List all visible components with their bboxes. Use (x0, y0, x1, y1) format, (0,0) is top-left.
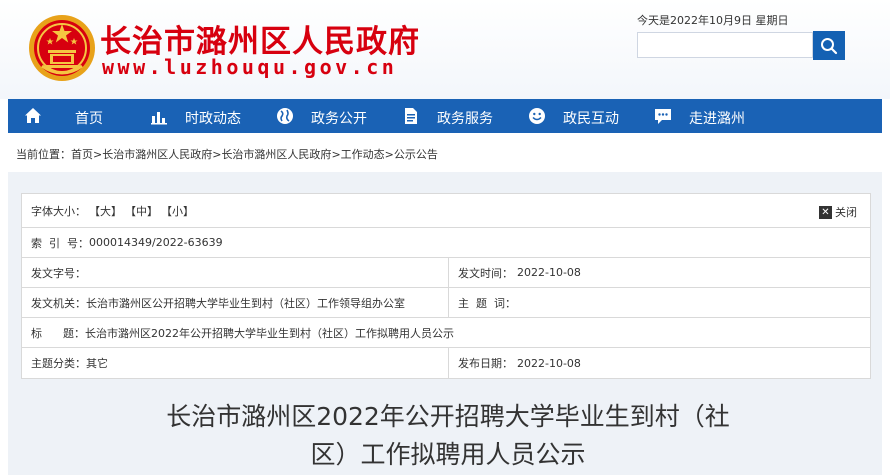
article-title-line-1: 长治市潞州区2022年公开招聘大学毕业生到村（社 (166, 402, 730, 431)
publish-date-label: 发布日期： (458, 357, 513, 370)
breadcrumb-item-gov[interactable]: 长治市潞州区人民政府 (102, 148, 212, 161)
content-area: 字体大小： 【大】 【中】 【小】 ✕ 关闭 索 引 号： 000014349/… (8, 172, 882, 475)
meta-row-issuer: 发文机关： 长治市潞州区公开招聘大学毕业生到村（社区）工作领导组办公室 主 题 … (22, 288, 870, 318)
nav-item-gov-services[interactable]: 政务服务 (386, 99, 512, 133)
search-icon (821, 37, 838, 54)
issuer-value: 长治市潞州区公开招聘大学毕业生到村（社区）工作领导组办公室 (86, 296, 405, 310)
nav-item-about-luzhou[interactable]: 走进潞州 (638, 99, 882, 133)
site-header: 长治市潞州区人民政府 www.luzhouqu.gov.cn 今天是2022年1… (0, 0, 890, 99)
meta-row-title: 标 题： 长治市潞州区2022年公开招聘大学毕业生到村（社区）工作拟聘用人员公示 (22, 318, 870, 348)
breadcrumb-item-gov-2[interactable]: 长治市潞州区人民政府 (221, 148, 331, 161)
nav-item-home[interactable]: 首页 (8, 99, 134, 133)
doc-number-cell: 发文字号： (22, 258, 449, 287)
nav-item-label: 走进潞州 (689, 111, 745, 127)
breadcrumb-separator: > (331, 148, 341, 161)
issuer-cell: 发文机关： 长治市潞州区公开招聘大学毕业生到村（社区）工作领导组办公室 (22, 288, 449, 317)
title-cell: 标 题： 长治市潞州区2022年公开招聘大学毕业生到村（社区）工作拟聘用人员公示 (22, 318, 870, 347)
publish-date-cell: 发布日期： 2022-10-08 (449, 348, 870, 378)
meta-row-doc-number: 发文字号： 发文时间： 2022-10-08 (22, 258, 870, 288)
meta-row-category: 主题分类： 其它 发布日期： 2022-10-08 (22, 348, 870, 378)
font-size-small-button[interactable]: 【小】 (161, 203, 194, 219)
meta-row-index: 索 引 号： 000014349/2022-63639 (22, 228, 870, 258)
breadcrumb-separator: > (384, 148, 394, 161)
breadcrumb-separator: > (93, 148, 103, 161)
search-button[interactable] (813, 31, 845, 60)
breadcrumb-prefix: 当前位置： (16, 148, 71, 161)
category-cell: 主题分类： 其它 (22, 348, 449, 378)
article-title-line-2: 区）工作拟聘用人员公示 (310, 440, 586, 469)
issue-time-label: 发文时间： (458, 266, 513, 280)
document-icon (405, 108, 417, 124)
close-icon: ✕ (819, 205, 832, 219)
subject-label: 主 题 词： (458, 296, 516, 310)
nav-item-gov-affairs-open[interactable]: 政务公开 (260, 99, 386, 133)
category-label: 主题分类： (31, 357, 86, 370)
nav-item-label: 政民互动 (563, 111, 619, 127)
breadcrumb: 当前位置：首页>长治市潞州区人民政府>长治市潞州区人民政府>工作动态>公示公告 (16, 146, 438, 162)
globe-icon (277, 108, 293, 124)
index-value: 000014349/2022-63639 (89, 236, 223, 249)
index-label: 索 引 号： (31, 236, 89, 250)
font-size-medium-button[interactable]: 【中】 (125, 203, 158, 219)
issuer-label: 发文机关： (31, 296, 86, 310)
breadcrumb-item-home[interactable]: 首页 (71, 148, 93, 161)
home-icon (25, 108, 41, 123)
nav-item-label: 时政动态 (185, 111, 241, 127)
search-input[interactable] (637, 32, 813, 58)
bar-chart-icon (151, 112, 167, 125)
nav-item-label: 政务公开 (311, 111, 367, 127)
smiley-icon (529, 108, 545, 124)
font-size-row: 字体大小： 【大】 【中】 【小】 ✕ 关闭 (22, 194, 870, 228)
nav-item-news[interactable]: 时政动态 (134, 99, 260, 133)
main-nav: 首页 时政动态 政务公开 政务服务 政民互动 走进潞州 (8, 99, 882, 133)
font-size-large-button[interactable]: 【大】 (89, 203, 122, 219)
title-label: 标 题： (31, 326, 85, 340)
chat-icon (655, 109, 671, 124)
current-date: 今天是2022年10月9日 星期日 (637, 14, 789, 27)
publish-date-value: 2022-10-08 (517, 356, 581, 370)
index-cell: 索 引 号： 000014349/2022-63639 (22, 228, 870, 257)
close-label: 关闭 (835, 206, 857, 219)
issue-time-value: 2022-10-08 (517, 266, 581, 279)
doc-number-label: 发文字号： (31, 266, 86, 280)
nav-item-label: 首页 (75, 111, 103, 127)
font-size-label: 字体大小： (31, 204, 86, 218)
close-button[interactable]: ✕ 关闭 (819, 204, 857, 220)
national-emblem-icon (29, 15, 95, 81)
document-meta-table: 字体大小： 【大】 【中】 【小】 ✕ 关闭 索 引 号： 000014349/… (21, 193, 871, 379)
nav-item-interaction[interactable]: 政民互动 (512, 99, 638, 133)
site-url: www.luzhouqu.gov.cn (102, 55, 398, 79)
breadcrumb-item-notices[interactable]: 公示公告 (394, 148, 438, 161)
title-value: 长治市潞州区2022年公开招聘大学毕业生到村（社区）工作拟聘用人员公示 (84, 326, 454, 340)
nav-item-label: 政务服务 (437, 111, 493, 127)
font-size-controls: 字体大小： 【大】 【中】 【小】 (22, 194, 870, 227)
category-value: 其它 (86, 357, 108, 370)
issue-time-cell: 发文时间： 2022-10-08 (449, 258, 870, 287)
subject-cell: 主 题 词： (449, 288, 870, 317)
article-title: 长治市潞州区2022年公开招聘大学毕业生到村（社 区）工作拟聘用人员公示 (128, 398, 768, 474)
breadcrumb-item-work-news[interactable]: 工作动态 (341, 148, 385, 161)
